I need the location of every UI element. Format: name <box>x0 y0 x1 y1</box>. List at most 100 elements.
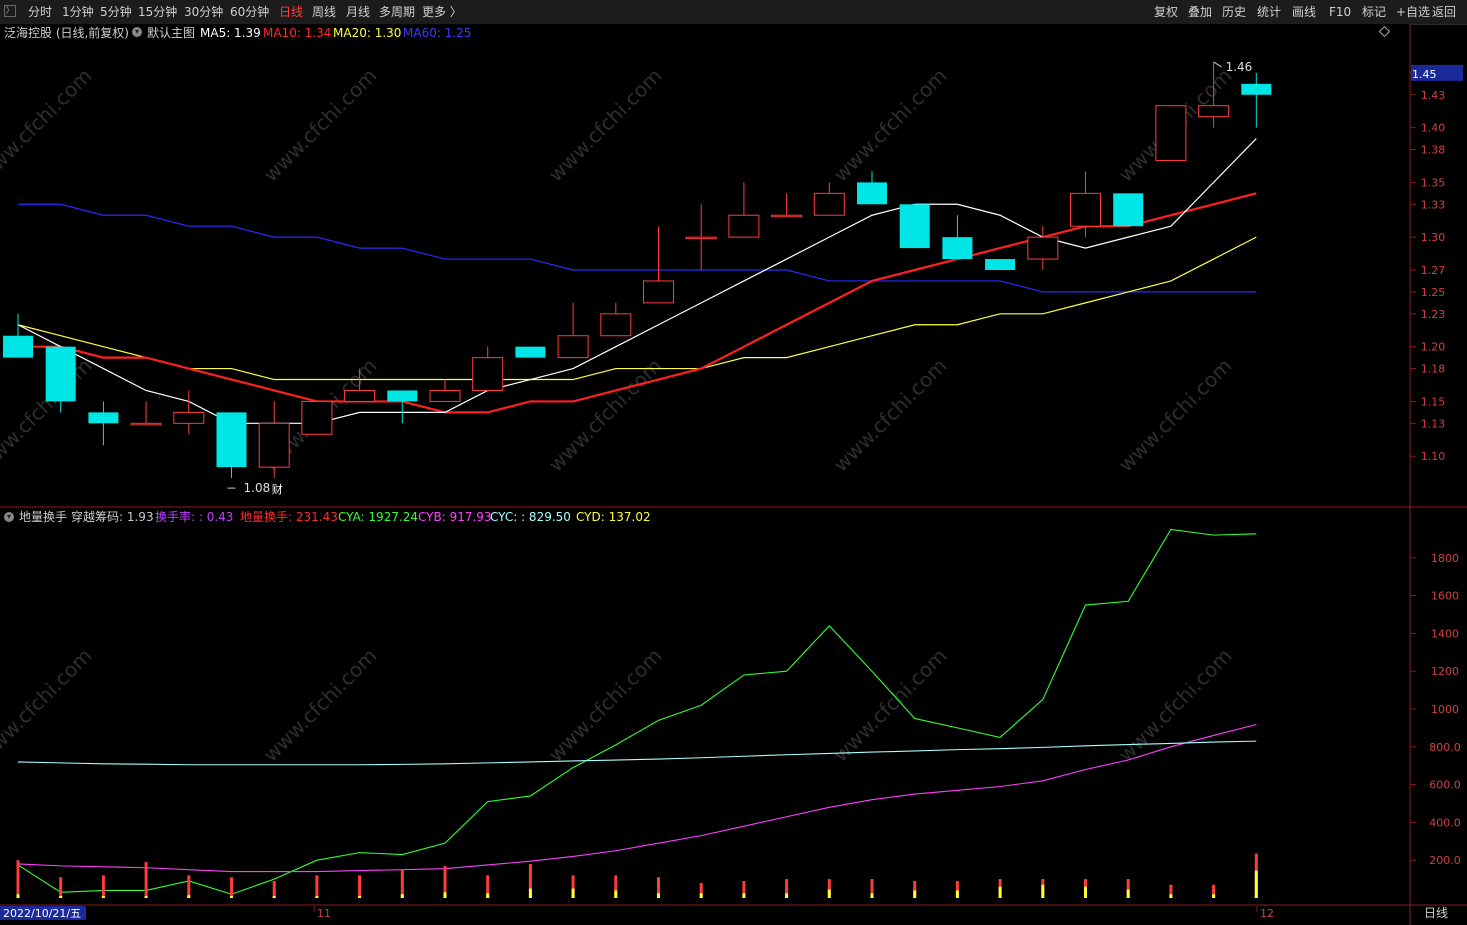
candle-body <box>45 346 76 402</box>
low-volume-bar <box>1126 889 1130 898</box>
price-tick-label: 1.43 <box>1421 89 1446 102</box>
indicator-legend-6: CYC: : 829.50 <box>490 510 571 524</box>
low-volume-bar <box>486 893 490 898</box>
low-volume-bar <box>187 895 191 898</box>
low-volume-bar <box>827 889 831 898</box>
series-cya-line <box>17 528 1257 895</box>
template-label: 默认主图 <box>147 25 195 40</box>
watermark: www.cfchi.com <box>544 644 667 767</box>
candle-body <box>942 237 973 260</box>
stock-title: 泛海控股 (日线,前复权) <box>4 25 129 40</box>
turnover-bar <box>358 875 362 898</box>
sub-tick-label: 800.0 <box>1429 741 1461 754</box>
low-volume-bar <box>144 896 148 898</box>
candle-body <box>344 389 376 402</box>
low-volume-bar <box>528 888 532 898</box>
low-volume-bar <box>101 896 105 898</box>
watermark: www.cfchi.com <box>1114 644 1237 767</box>
candle-body <box>3 335 33 358</box>
turnover-bar <box>16 860 20 898</box>
low-volume-bar <box>614 890 618 898</box>
period-label: 日线 <box>1424 906 1448 920</box>
ma-legend-2: MA20: 1.30 <box>333 26 401 40</box>
candle-body <box>600 313 632 337</box>
low-volume-bar <box>443 892 447 898</box>
watermark: www.cfchi.com <box>259 644 382 767</box>
low-volume-bar <box>785 893 789 898</box>
turnover-bar <box>272 880 276 898</box>
candle-body <box>1241 83 1272 95</box>
indicator-menu-icon[interactable]: ▾ <box>4 512 14 522</box>
candle-body <box>813 192 845 216</box>
turnover-bar <box>230 877 233 898</box>
low-volume-bar <box>315 896 319 898</box>
indicator-legend-7: CYD: 137.02 <box>576 510 651 524</box>
turnover-bar <box>187 875 191 898</box>
indicator-legend-4: CYA: 1927.24 <box>338 510 418 524</box>
low-volume-bar <box>1212 894 1216 898</box>
ma-legend-3: MA60: 1.25 <box>403 26 471 40</box>
candle-body <box>857 182 887 205</box>
price-tick-label: 1.33 <box>1421 198 1446 211</box>
date-first-label: 2022/10/21/五 <box>3 907 81 920</box>
price-tick-label: 1.38 <box>1421 144 1446 157</box>
indicator-legend-5: CYB: 917.93 <box>418 510 492 524</box>
price-tick-label: 1.30 <box>1421 231 1446 244</box>
candle-body <box>173 411 205 424</box>
candle-body <box>515 346 546 358</box>
candle-body <box>130 422 162 426</box>
chart-area[interactable]: www.cfchi.com www.cfchi.com www.cfchi.com w… <box>0 0 1467 925</box>
candle-body <box>258 422 290 468</box>
candle-body <box>387 390 418 402</box>
indicator-lines <box>17 528 1257 895</box>
candle-body <box>685 236 717 240</box>
low-volume-bar <box>870 893 874 898</box>
candle-body <box>472 357 504 391</box>
turnover-bar <box>101 875 105 898</box>
candle-body <box>1027 236 1059 260</box>
month-11-label: 11 <box>317 907 331 920</box>
turnover-bar <box>315 875 319 898</box>
low-volume-bar <box>998 886 1002 898</box>
sub-tick-label: 1200 <box>1431 665 1459 678</box>
price-tick-label: 1.18 <box>1421 363 1446 376</box>
sub-tick-label: 1000 <box>1431 703 1459 716</box>
template-menu-icon[interactable]: ▾ <box>132 27 142 37</box>
low-volume-bar <box>400 894 404 898</box>
price-tick-label: 1.13 <box>1421 417 1446 430</box>
price-tick-label: 1.35 <box>1421 176 1446 189</box>
candle-body <box>1070 192 1101 227</box>
low-volume-bar <box>59 896 63 898</box>
turnover-bar <box>400 869 404 898</box>
candle-body <box>88 412 119 424</box>
watermark: www.cfchi.com <box>829 644 952 767</box>
series-cyc-line <box>17 740 1257 766</box>
price-tick-label: 1.10 <box>1421 450 1446 463</box>
month-12-label: 12 <box>1260 907 1274 920</box>
low-volume-bar <box>1084 886 1087 898</box>
turnover-bar <box>59 877 63 898</box>
price-tick-label: 1.15 <box>1421 395 1446 408</box>
low-volume-bar <box>913 890 917 898</box>
price-tick-label: 1.27 <box>1421 264 1446 277</box>
price-tick-label: 1.40 <box>1421 122 1446 135</box>
candle-body <box>771 214 803 218</box>
current-price-label: 1.45 <box>1412 68 1437 81</box>
low-volume-bar <box>1041 884 1045 898</box>
indicator-legend-2: 换手率: : 0.43 <box>155 509 233 524</box>
low-volume-bar <box>1254 870 1258 898</box>
candle-body <box>1155 105 1187 161</box>
sub-tick-label: 600.0 <box>1429 779 1461 792</box>
candle-body <box>216 412 247 468</box>
candle-body <box>899 204 930 249</box>
sub-tick-label: 200.0 <box>1429 854 1461 867</box>
candle-body <box>728 214 760 238</box>
candle-body <box>1113 193 1144 227</box>
price-tick-label: 1.25 <box>1421 286 1446 299</box>
sub-tick-label: 1600 <box>1431 590 1459 603</box>
price-tick-label: 1.23 <box>1421 308 1446 321</box>
candle-body <box>429 389 461 402</box>
high-value-label: 1.46 <box>1226 60 1253 74</box>
watermark: www.cfchi.com <box>0 644 97 767</box>
low-volume-bar <box>742 893 746 898</box>
